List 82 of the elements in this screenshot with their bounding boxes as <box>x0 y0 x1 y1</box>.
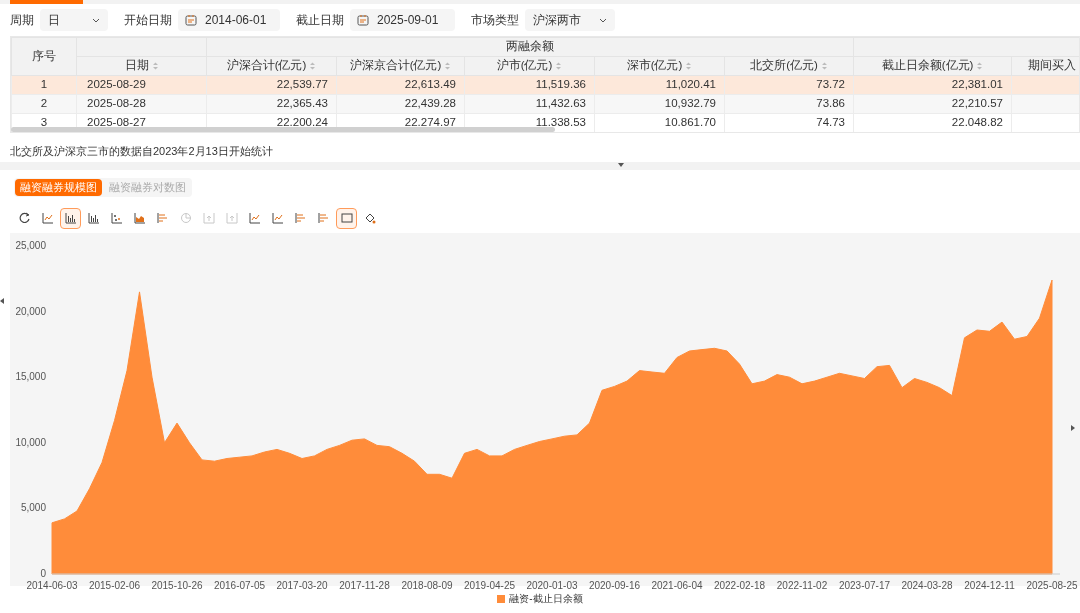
filter-label: 开始日期 <box>124 12 172 29</box>
note-text: 北交所及沪深京三市的数据自2023年2月13日开始统计 <box>9 144 274 159</box>
x-tick-label: 2015-10-26 <box>151 580 203 589</box>
x-tick-label: 2021-06-04 <box>651 580 703 589</box>
table-cell: 11,020.41 <box>594 75 725 95</box>
table-cell: 22,365.43 <box>206 94 337 114</box>
x-tick-label: 2024-03-28 <box>901 580 953 589</box>
sort-icon <box>309 62 317 70</box>
group-header: 两融余额 <box>206 37 854 57</box>
table-cell: 73.86 <box>724 94 854 114</box>
sort-icon <box>685 62 693 70</box>
select-field[interactable]: 沪深两市 <box>525 9 615 31</box>
date-field[interactable]: 2025-09-01 <box>350 9 455 31</box>
area-chart-icon <box>133 212 146 224</box>
filter-label: 周期 <box>10 12 34 29</box>
x-tick-label: 2022-02-18 <box>713 580 766 589</box>
sort-icon <box>820 62 828 70</box>
bar-chart-icon <box>87 212 100 224</box>
x-tick-label: 2019-04-25 <box>463 580 516 589</box>
x-tick-label: 2024-12-11 <box>964 580 1015 589</box>
x-tick-label: 2014-06-03 <box>26 580 78 589</box>
pie-chart-icon <box>179 212 192 224</box>
table-cell: 1 <box>11 75 77 95</box>
scatter-icon <box>110 212 123 224</box>
table-cell: 22,210.57 <box>853 94 1012 114</box>
table-cell: 11,432.63 <box>464 94 595 114</box>
calendar-icon <box>357 14 369 26</box>
y-tick-label: 0 <box>40 568 46 579</box>
table-cell: 2025-08-28 <box>76 94 207 114</box>
horizontal-bar-icon <box>156 212 169 224</box>
x-tick-label: 2023-07-17 <box>838 580 891 589</box>
chevron-down-icon <box>92 17 100 23</box>
sort-icon <box>976 62 984 70</box>
right-arrow-icon[interactable] <box>1071 425 1075 431</box>
x-tick-label: 2017-11-28 <box>339 580 390 589</box>
line-chart-icon <box>248 212 261 224</box>
sort-icon <box>151 62 159 70</box>
column-header[interactable]: 日期 <box>124 57 149 75</box>
legend-label: 融资-截止日余额 <box>509 592 583 606</box>
table-cell: 11,519.36 <box>464 75 595 95</box>
table-cell: 22,613.49 <box>336 75 465 95</box>
bracket-icon <box>202 212 215 224</box>
left-arrow-icon[interactable] <box>0 298 4 304</box>
bar-chart-icon <box>64 212 77 224</box>
table-cell: 2025-08-29 <box>76 75 207 95</box>
column-header: 序号 <box>11 37 77 76</box>
table-cell: 22,539.77 <box>206 75 337 95</box>
x-tick-label: 2017-03-20 <box>276 580 328 589</box>
calendar-icon <box>185 14 197 26</box>
x-tick-label: 2020-01-03 <box>526 580 578 589</box>
horizontal-bar-icon <box>317 212 330 224</box>
y-tick-label: 15,000 <box>15 371 46 383</box>
refresh-icon <box>18 212 31 224</box>
x-tick-label: 2025-08-25 <box>1026 580 1078 589</box>
chart-type-button[interactable] <box>60 207 81 229</box>
line-chart-icon <box>41 212 54 224</box>
table-cell: 22,381.01 <box>853 75 1012 95</box>
sort-icon <box>444 62 452 70</box>
table-cell: 10,932.79 <box>594 94 725 114</box>
table-cell: 73.72 <box>724 75 854 95</box>
chevron-down-icon <box>599 17 607 23</box>
date-field[interactable]: 2014-06-01 <box>178 9 280 31</box>
y-tick-label: 10,000 <box>15 436 46 448</box>
table-cell: 22,439.28 <box>336 94 465 114</box>
horizontal-bar-icon <box>294 212 307 224</box>
x-tick-label: 2020-09-16 <box>588 580 641 589</box>
x-tick-label: 2016-07-05 <box>213 580 266 589</box>
y-tick-label: 20,000 <box>15 305 46 317</box>
y-tick-label: 5,000 <box>20 502 46 514</box>
filter-label: 市场类型 <box>471 12 519 29</box>
y-tick-label: 25,000 <box>15 240 46 251</box>
line-chart-icon <box>271 212 284 224</box>
frame-icon <box>340 212 353 224</box>
select-field[interactable]: 日 <box>40 9 108 31</box>
x-tick-label: 2015-02-06 <box>88 580 141 589</box>
bracket-icon <box>225 212 238 224</box>
filter-label: 截止日期 <box>296 12 344 29</box>
table-cell: 2 <box>11 94 77 114</box>
x-tick-label: 2022-11-02 <box>776 580 828 589</box>
x-tick-label: 2018-08-09 <box>401 580 453 589</box>
scrollbar[interactable] <box>11 127 555 132</box>
sort-icon <box>555 62 563 70</box>
